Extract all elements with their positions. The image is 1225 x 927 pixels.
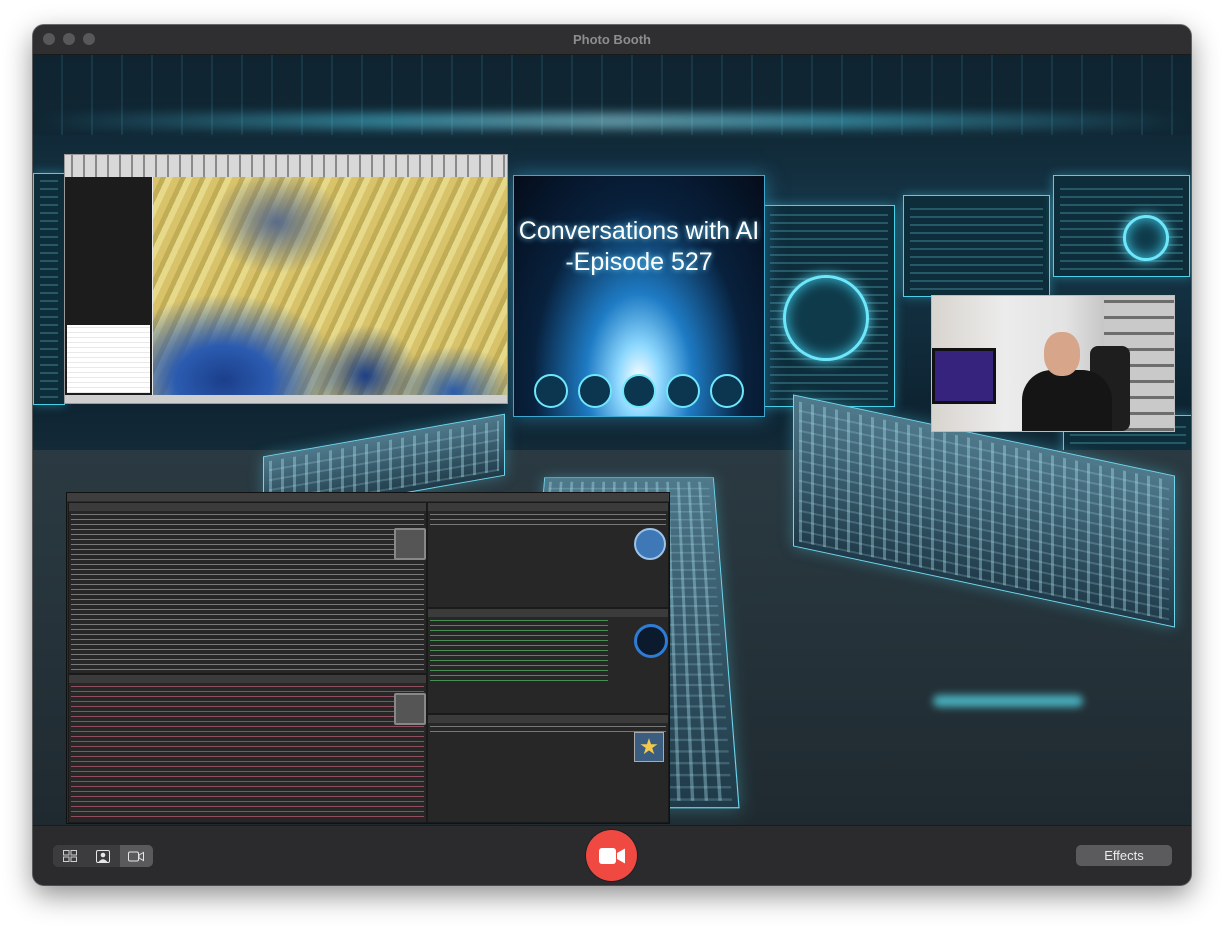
- hologram-icon: [534, 374, 568, 408]
- grid-view-button[interactable]: [53, 845, 86, 867]
- laptop-icon: [394, 528, 426, 560]
- terminal-output: [430, 726, 666, 732]
- video-camera-icon: [599, 847, 625, 865]
- terminal-output: [430, 514, 666, 527]
- terminal-window: ★: [66, 492, 670, 824]
- wall-panel: [903, 195, 1050, 297]
- star-icon: ★: [634, 732, 664, 762]
- hologram-icon: [666, 374, 700, 408]
- gis-attribute-panel: [67, 325, 150, 393]
- floor-light: [933, 695, 1083, 707]
- webcam-monitor: [932, 348, 996, 404]
- terminal-pane-header: [428, 715, 668, 723]
- record-button[interactable]: [586, 830, 637, 881]
- webcam-person: [1022, 370, 1112, 432]
- terminal-pane: [427, 502, 669, 608]
- bottom-toolbar: Effects: [33, 825, 1191, 885]
- terminal-output: [71, 686, 424, 820]
- terminal-pane: [68, 502, 427, 674]
- webcam-person-head: [1044, 332, 1080, 376]
- terminal-pane-header: [428, 609, 668, 617]
- webcam-overlay: [931, 295, 1175, 432]
- window-title: Photo Booth: [33, 32, 1191, 47]
- swirl-icon: [634, 624, 668, 658]
- gis-layers-panel: [65, 177, 152, 395]
- episode-screen: Conversations with AI -Episode 527: [513, 175, 765, 417]
- video-camera-icon: [128, 851, 144, 862]
- grid-icon: [63, 850, 77, 862]
- episode-title: Conversations with AI -Episode 527: [514, 216, 764, 278]
- portrait-photo-button[interactable]: [86, 845, 119, 867]
- terminal-pane-header: [428, 503, 668, 511]
- title-bar: Photo Booth: [33, 25, 1191, 55]
- hologram-icon: [622, 374, 656, 408]
- laptop-icon: [394, 693, 426, 725]
- hologram-icon: [710, 374, 744, 408]
- hologram-display: [1123, 215, 1169, 261]
- terminal-title-bar: [67, 493, 669, 501]
- screen-icon-row: [534, 374, 744, 408]
- capture-mode-selector: [53, 845, 153, 867]
- terminal-pane-header: [69, 503, 426, 511]
- terminal-pane-header: [69, 675, 426, 683]
- photo-booth-window: Photo Booth Conversations with AI -Episo…: [33, 25, 1191, 885]
- wall-panel: [33, 173, 65, 405]
- gis-application-window: [64, 154, 508, 404]
- globe-icon: [634, 528, 666, 560]
- portrait-icon: [96, 850, 110, 863]
- video-mode-button[interactable]: [120, 845, 153, 867]
- terminal-pane: [427, 608, 669, 714]
- effects-button[interactable]: Effects: [1076, 845, 1172, 866]
- wall-panel: [1053, 175, 1190, 277]
- gis-status-bar: [65, 395, 507, 403]
- hologram-icon: [578, 374, 612, 408]
- terminal-output: [430, 620, 608, 683]
- ceiling-light: [33, 113, 1191, 129]
- gis-toolbar: [65, 155, 507, 177]
- satellite-map-view: [153, 177, 507, 403]
- hologram-display: [783, 275, 869, 361]
- camera-preview: Conversations with AI -Episode 527 ★: [33, 55, 1191, 825]
- terminal-pane: [68, 674, 427, 823]
- terminal-output: [71, 514, 424, 671]
- terminal-pane: ★: [427, 714, 669, 823]
